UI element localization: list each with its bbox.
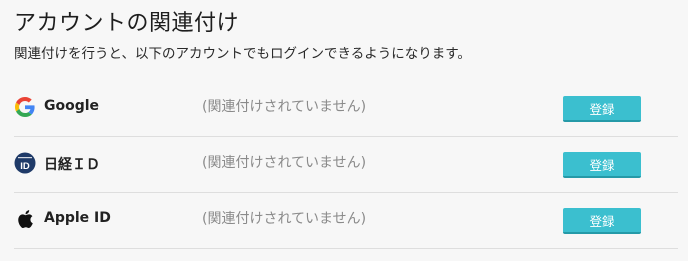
register-button-google[interactable]: 登録 <box>563 96 641 122</box>
register-button-apple-id[interactable]: 登録 <box>563 208 641 234</box>
row-divider <box>14 248 678 249</box>
apple-icon <box>14 208 36 230</box>
provider-name-google: Google <box>44 98 100 114</box>
provider-row-nikkei-id: ID 日経ＩＤ (関連付けされていません) 登録 <box>14 137 678 192</box>
provider-row-apple-id: Apple ID (関連付けされていません) 登録 <box>14 193 678 248</box>
provider-row-google: Google (関連付けされていません) 登録 <box>14 81 678 136</box>
provider-name-nikkei-id: 日経ＩＤ <box>44 157 100 173</box>
page-title: アカウントの関連付け <box>14 11 240 36</box>
nikkei-id-icon: ID <box>14 152 36 174</box>
register-button-nikkei-id[interactable]: 登録 <box>563 152 641 178</box>
link-status-nikkei-id: (関連付けされていません) <box>202 155 367 171</box>
link-status-google: (関連付けされていません) <box>202 99 367 115</box>
nikkei-id-icon-text: ID <box>20 161 30 172</box>
google-icon <box>14 96 36 118</box>
link-status-apple-id: (関連付けされていません) <box>202 211 367 227</box>
page-description: 関連付けを行うと、以下のアカウントでもログインできるようになります。 <box>14 46 471 62</box>
provider-name-apple-id: Apple ID <box>44 210 111 226</box>
